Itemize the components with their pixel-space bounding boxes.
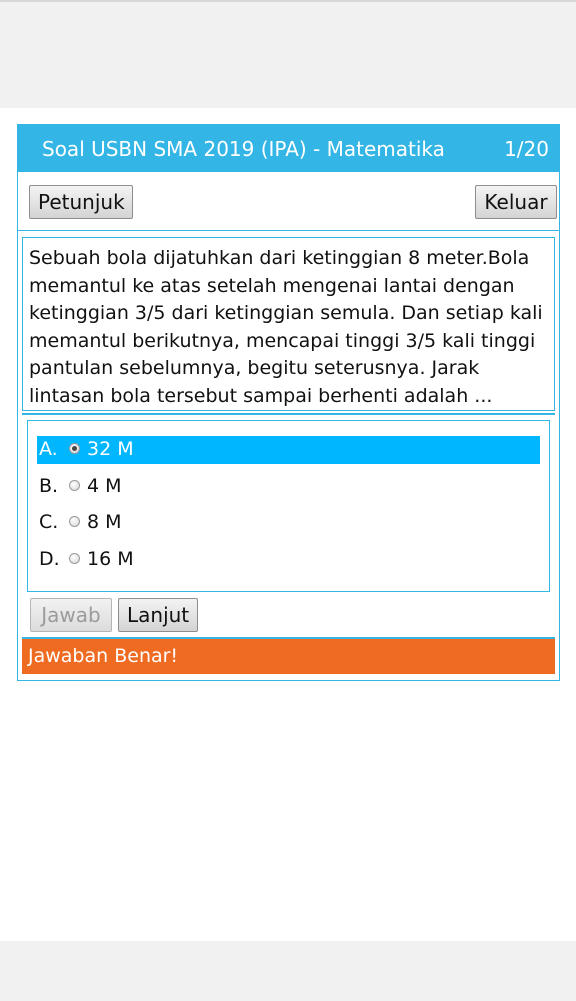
option-d[interactable]: D. 16 M [37, 546, 540, 574]
instructions-button[interactable]: Petunjuk [29, 185, 133, 219]
option-text: 16 M [87, 548, 134, 570]
system-status-area [0, 0, 576, 108]
option-a[interactable]: A. 32 M [37, 436, 540, 464]
radio-unchecked-icon[interactable] [69, 480, 80, 491]
option-letter: D. [39, 548, 60, 570]
exit-button[interactable]: Keluar [475, 185, 557, 219]
option-text: 4 M [87, 475, 122, 497]
question-counter: 1/20 [504, 137, 549, 161]
radio-unchecked-icon[interactable] [69, 516, 80, 527]
radio-checked-icon[interactable] [69, 443, 80, 454]
answer-section: A. 32 M B. 4 M C. 8 M D. 16 M Jawab Lanj… [22, 413, 555, 636]
option-text: 32 M [87, 438, 134, 460]
radio-unchecked-icon[interactable] [69, 553, 80, 564]
option-b[interactable]: B. 4 M [37, 473, 540, 501]
option-letter: B. [39, 475, 59, 497]
answer-button[interactable]: Jawab [30, 598, 112, 632]
option-c[interactable]: C. 8 M [37, 509, 540, 537]
option-text: 8 M [87, 511, 122, 533]
option-letter: A. [39, 438, 58, 460]
feedback-banner: Jawaban Benar! [22, 637, 555, 674]
next-button[interactable]: Lanjut [118, 598, 198, 632]
question-text: Sebuah bola dijatuhkan dari ketinggian 8… [22, 237, 555, 411]
options-list: A. 32 M B. 4 M C. 8 M D. 16 M [27, 420, 550, 592]
quiz-title: Soal USBN SMA 2019 (IPA) - Matematika [42, 137, 445, 161]
quiz-container: Soal USBN SMA 2019 (IPA) - Matematika 1/… [17, 124, 560, 681]
title-bar: Soal USBN SMA 2019 (IPA) - Matematika 1/… [18, 125, 559, 172]
navigation-bar-area [0, 941, 576, 1001]
toolbar: Petunjuk Keluar [18, 172, 559, 231]
option-letter: C. [39, 511, 59, 533]
